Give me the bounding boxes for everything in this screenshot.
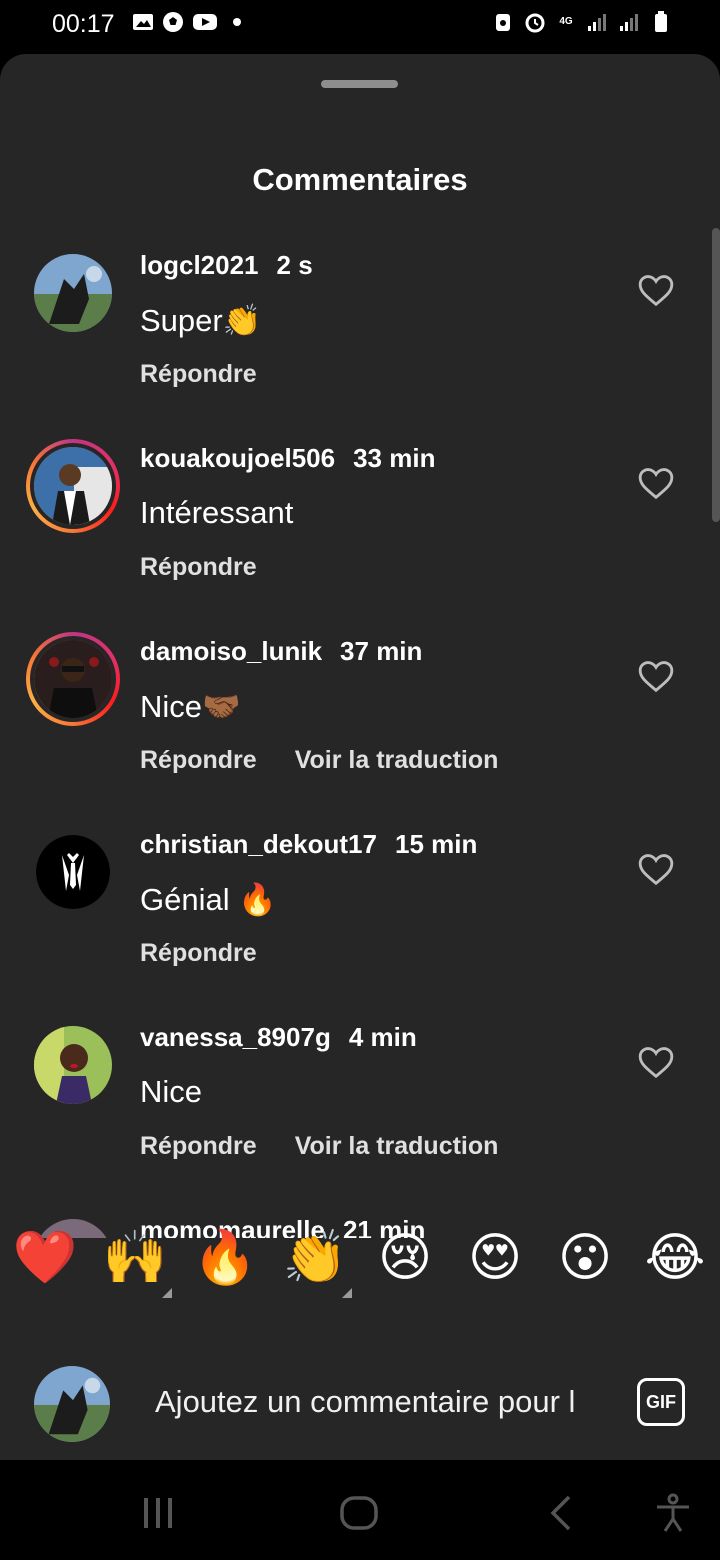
avatar-story-ring[interactable] xyxy=(26,632,120,726)
comment-time: 4 min xyxy=(348,1022,417,1052)
like-heart-icon[interactable] xyxy=(637,851,675,887)
comment-header: vanessa_8907g 4 min xyxy=(140,1022,417,1053)
accessibility-icon[interactable] xyxy=(648,1488,698,1538)
comments-list[interactable]: logcl2021 2 s Super👏 Répondre kouakoujoel… xyxy=(0,228,720,1238)
emoji-laughing[interactable]: 😂 xyxy=(640,1223,710,1293)
comment-username[interactable]: logcl2021 xyxy=(140,250,259,280)
comment-item: christian_dekout17 15 min Génial 🔥 Répond… xyxy=(0,807,720,1000)
comment-username[interactable]: kouakoujoel506 xyxy=(140,443,335,473)
comment-time: 2 s xyxy=(276,250,313,280)
comment-username[interactable]: damoiso_lunik xyxy=(140,636,322,666)
avatar-image xyxy=(34,1026,112,1104)
comment-header: damoiso_lunik 37 min xyxy=(140,636,422,667)
comment-text: Super👏 xyxy=(140,303,262,338)
drag-handle[interactable] xyxy=(321,80,398,88)
comment-actions: Répondre xyxy=(140,939,257,968)
comment-text: Nice xyxy=(140,1074,203,1109)
avatar-image xyxy=(36,835,110,909)
status-bar: 00:17 4G xyxy=(0,0,720,52)
gif-button[interactable]: GIF xyxy=(637,1378,685,1426)
reply-button[interactable]: Répondre xyxy=(140,939,257,968)
comment-input[interactable]: Ajoutez un commentaire pour l xyxy=(155,1384,603,1420)
status-time: 00:17 xyxy=(52,10,115,38)
skin-tone-indicator xyxy=(342,1288,352,1298)
comment-username[interactable]: christian_dekout17 xyxy=(140,829,377,859)
comment-text: Intéressant xyxy=(140,495,294,530)
reply-button[interactable]: Répondre xyxy=(140,1132,257,1161)
emoji-fire[interactable]: 🔥 xyxy=(190,1223,260,1293)
skin-tone-indicator xyxy=(162,1288,172,1298)
comment-text: Nice🤝🏾 xyxy=(140,689,241,724)
reply-button[interactable]: Répondre xyxy=(140,553,257,582)
reply-button[interactable]: Répondre xyxy=(140,360,257,389)
comment-time: 33 min xyxy=(353,443,436,473)
recent-apps-icon[interactable] xyxy=(133,1488,183,1538)
comment-item: damoiso_lunik 37 min Nice🤝🏾 Répondre Voir… xyxy=(0,614,720,807)
avatar-story-ring[interactable] xyxy=(26,439,120,533)
translate-button[interactable]: Voir la traduction xyxy=(295,746,499,775)
like-heart-icon[interactable] xyxy=(637,658,675,694)
comment-text: Génial 🔥 xyxy=(140,882,277,917)
youtube-icon xyxy=(192,12,218,32)
dot-icon xyxy=(226,12,248,32)
emoji-heart-eyes[interactable]: 😍 xyxy=(460,1223,530,1293)
comment-item: vanessa_8907g 4 min Nice Répondre Voir la… xyxy=(0,1000,720,1193)
my-avatar xyxy=(34,1366,110,1442)
data-saver-icon xyxy=(492,12,514,32)
comment-time: 15 min xyxy=(394,829,478,859)
reply-button[interactable]: Répondre xyxy=(140,746,257,775)
emoji-clapping[interactable]: 👏 xyxy=(280,1223,350,1293)
avatar[interactable] xyxy=(26,825,120,919)
avatar-image xyxy=(30,636,116,722)
emoji-bar: ❤️ 🙌 🔥 👏 😢 😍 😮 😂 xyxy=(0,1200,720,1320)
like-heart-icon[interactable] xyxy=(637,1044,675,1080)
signal-icon xyxy=(586,12,608,32)
like-heart-icon[interactable] xyxy=(637,272,675,308)
gallery-icon xyxy=(132,12,154,32)
home-icon[interactable] xyxy=(334,1488,384,1538)
battery-icon xyxy=(650,11,672,32)
comment-item: kouakoujoel506 33 min Intéressant Répondr… xyxy=(0,421,720,614)
comment-actions: Répondre xyxy=(140,553,257,582)
avatar[interactable] xyxy=(26,246,120,340)
translate-button[interactable]: Voir la traduction xyxy=(295,1132,499,1161)
comment-username[interactable]: vanessa_8907g xyxy=(140,1022,331,1052)
comment-actions: Répondre xyxy=(140,360,257,389)
comment-actions: Répondre Voir la traduction xyxy=(140,1132,498,1161)
like-heart-icon[interactable] xyxy=(637,465,675,501)
soccer-icon xyxy=(162,12,184,32)
emoji-heart[interactable]: ❤️ xyxy=(10,1223,80,1293)
comment-composer: Ajoutez un commentaire pour l GIF xyxy=(0,1340,720,1460)
comment-time: 37 min xyxy=(340,636,423,666)
alarm-icon xyxy=(524,12,546,33)
avatar-image xyxy=(34,254,112,332)
avatar[interactable] xyxy=(26,1018,120,1112)
comment-header: logcl2021 2 s xyxy=(140,250,313,281)
comment-header: christian_dekout17 15 min xyxy=(140,829,477,860)
back-icon[interactable] xyxy=(536,1488,586,1538)
comment-item: logcl2021 2 s Super👏 Répondre xyxy=(0,228,720,421)
network-type: 4G xyxy=(559,16,573,27)
emoji-crying[interactable]: 😢 xyxy=(370,1223,440,1293)
comments-sheet: Commentaires logcl2021 2 s Super👏 Répondr… xyxy=(0,54,720,1460)
comment-header: kouakoujoel506 33 min xyxy=(140,443,435,474)
emoji-surprised[interactable]: 😮 xyxy=(550,1223,620,1293)
notification-icons xyxy=(132,12,248,32)
sheet-title: Commentaires xyxy=(252,162,468,197)
navigation-bar xyxy=(0,1460,720,1560)
avatar-image xyxy=(30,443,116,529)
emoji-raised-hands[interactable]: 🙌 xyxy=(100,1223,170,1293)
system-icons: 4G xyxy=(492,11,672,33)
comment-actions: Répondre Voir la traduction xyxy=(140,746,498,775)
signal-icon-2 xyxy=(618,12,640,32)
